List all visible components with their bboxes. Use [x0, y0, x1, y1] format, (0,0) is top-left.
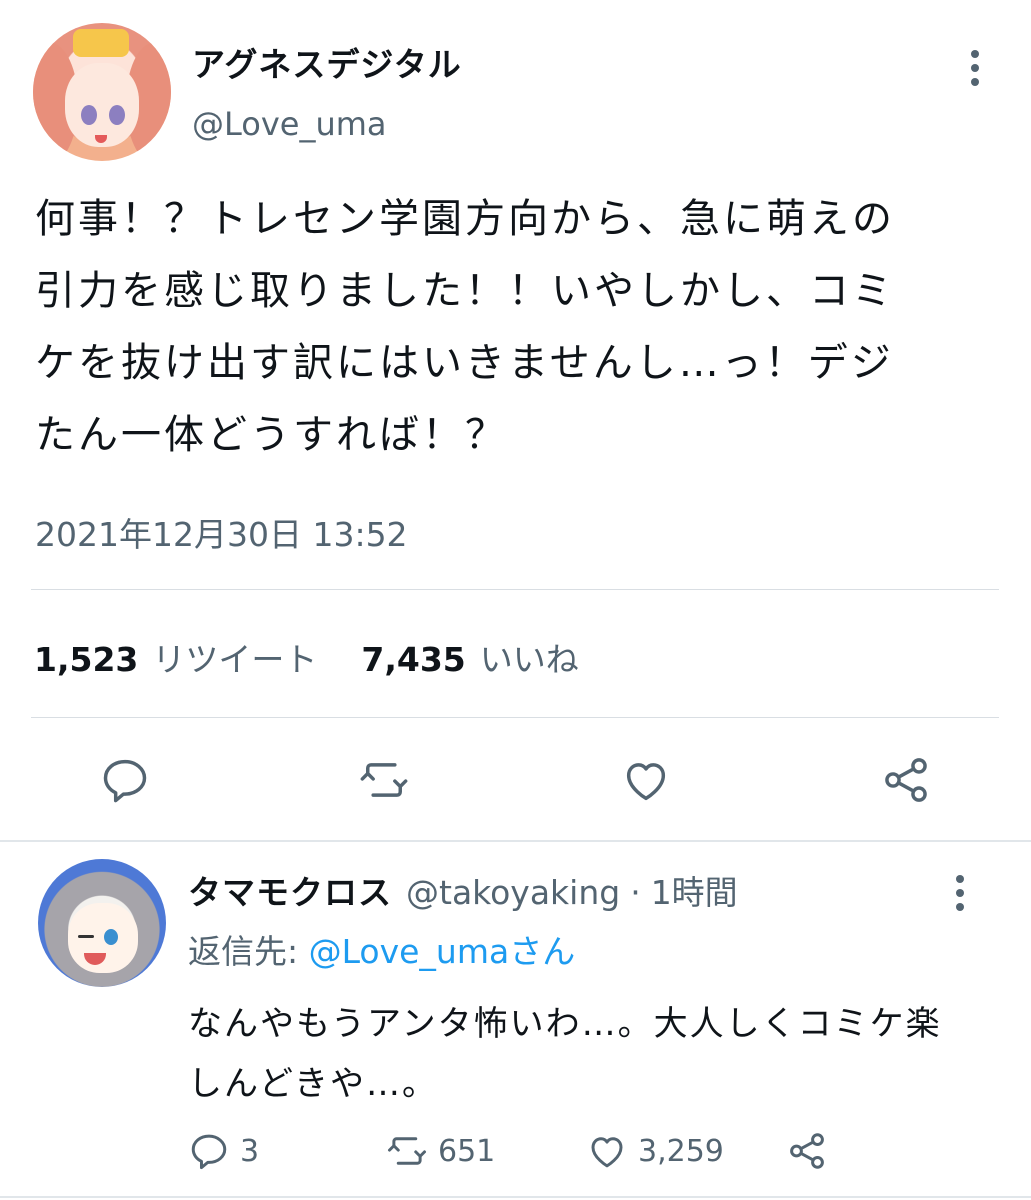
divider	[0, 840, 1031, 842]
reply-count: 3	[240, 1133, 260, 1169]
tweet-text: 何事！？トレセン学園方向から、急に萌えの 引力を感じ取りました！！いやしかし、コ…	[35, 196, 895, 458]
reply-share-button[interactable]	[786, 1130, 838, 1172]
share-icon[interactable]	[880, 754, 932, 806]
reply-like-button[interactable]: 3,259	[586, 1130, 724, 1172]
more-options-icon[interactable]	[945, 871, 975, 915]
user-handle[interactable]: @Love_uma	[192, 105, 387, 143]
separator: ·	[630, 873, 641, 912]
reply-retweet-button[interactable]: 651	[386, 1130, 495, 1172]
like-count[interactable]: 7,435	[361, 640, 465, 679]
reply-to-label: 返信先:	[188, 932, 309, 971]
reply-text: なんやもうアンタ怖いわ…。大人しくコミケ楽 しんどきや…。	[188, 1004, 942, 1104]
reply-handle[interactable]: @takoyaking	[406, 873, 620, 912]
reply-header: タマモクロス @takoyaking · 1時間	[188, 866, 738, 914]
reply-time[interactable]: 1時間	[651, 866, 738, 914]
share-icon	[786, 1130, 828, 1172]
reply-reply-button[interactable]: 3	[188, 1130, 259, 1172]
like-label[interactable]: いいね	[480, 633, 579, 681]
reply-icon	[188, 1130, 230, 1172]
avatar[interactable]	[38, 859, 166, 987]
divider	[31, 717, 999, 718]
divider	[31, 589, 999, 590]
like-icon[interactable]	[620, 754, 672, 806]
tweet-stats: 1,523 リツイート 7,435 いいね	[34, 633, 623, 681]
retweet-icon[interactable]	[358, 754, 410, 806]
retweet-count[interactable]: 1,523	[34, 640, 138, 679]
like-icon	[586, 1130, 628, 1172]
display-name[interactable]: アグネスデジタル	[192, 38, 462, 86]
avatar[interactable]	[33, 23, 171, 161]
timestamp[interactable]: 2021年12月30日 13:52	[35, 508, 408, 556]
divider	[0, 1196, 1031, 1198]
more-options-icon[interactable]	[960, 46, 990, 90]
retweet-icon	[386, 1130, 428, 1172]
retweet-count: 651	[438, 1133, 496, 1169]
retweet-label[interactable]: リツイート	[152, 633, 317, 681]
like-count: 3,259	[638, 1133, 724, 1169]
reply-display-name[interactable]: タマモクロス	[188, 866, 392, 914]
reply-icon[interactable]	[99, 754, 151, 806]
reply-to: 返信先: @Love_umaさん	[188, 925, 575, 973]
reply-to-mention[interactable]: @Love_umaさん	[309, 932, 576, 971]
